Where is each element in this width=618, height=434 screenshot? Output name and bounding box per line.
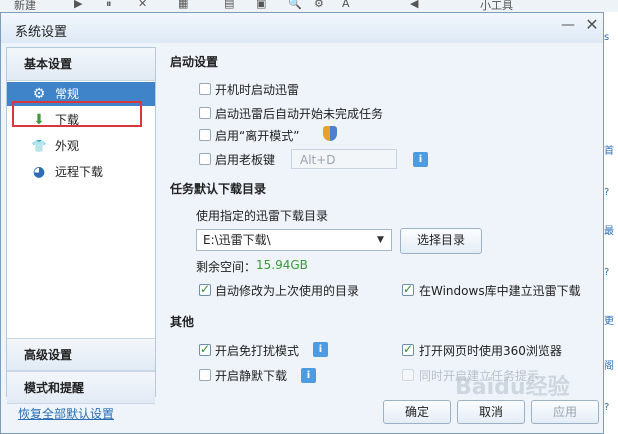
bg-right-glyph: 最 [604, 226, 614, 237]
bg-right-glyph: 阁 [604, 361, 614, 372]
other-heading: 其他 [170, 315, 195, 329]
sidebar-item-label: 常规 [55, 87, 80, 101]
bg-toolbar-back-icon[interactable]: ◀ [410, 0, 418, 10]
sidebar-section-mode[interactable]: 模式和提醒 [7, 371, 155, 404]
windows-library-checkbox[interactable] [402, 282, 414, 296]
free-space-value: 15.94GB [256, 258, 308, 272]
auto-resume-label: 启动迅雷后自动开始未完成任务 [215, 107, 384, 121]
silent-info-icon[interactable]: i [301, 368, 316, 383]
boss-key-hotkey-field[interactable]: Alt+D [291, 149, 397, 169]
download-dir-heading: 任务默认下载目录 [170, 182, 267, 196]
download-dir-select[interactable]: E:\迅雷下载\ [196, 229, 392, 251]
bg-right-glyph: ? [604, 267, 610, 278]
bg-right-glyph: s [604, 32, 610, 43]
sidebar-section-basic[interactable]: 基本设置 [7, 48, 155, 81]
close-button[interactable]: ✕ [583, 17, 601, 35]
auto-last-dir-label: 自动修改为上次使用的目录 [215, 284, 360, 298]
dnd-info-icon[interactable]: i [313, 342, 328, 357]
startup-on-boot-label: 开机时启动迅雷 [215, 83, 300, 97]
minimize-button[interactable]: — [559, 17, 577, 35]
away-mode-label: 启用“离开模式” [215, 129, 300, 143]
do-not-disturb-label: 开启免打扰模式 [215, 344, 300, 358]
silent-download-checkbox[interactable] [199, 369, 211, 381]
free-space-label: 剩余空间： [196, 260, 257, 274]
sidebar-section-advanced[interactable]: 高级设置 [7, 338, 155, 371]
chevron-down-icon[interactable]: ▼ [377, 235, 384, 245]
settings-sidebar: 基本设置 ⚙ 常规 ⬇ 下载 👕 外观 ◕ 远程下载 高级设置 模式和提醒 [6, 47, 156, 404]
auto-resume-checkbox[interactable] [199, 107, 211, 119]
sync-task-prompt-checkbox[interactable] [402, 369, 414, 381]
silent-download-label: 开启静默下载 [215, 369, 288, 383]
do-not-disturb-checkbox[interactable] [199, 342, 211, 356]
cancel-button[interactable]: 取消 [457, 400, 525, 424]
use-360-browser-label: 打开网页时使用360浏览器 [419, 344, 562, 358]
background-right-panel: s 首 ? 最 ? 更 阁 ? [604, 12, 618, 434]
windows-library-label: 在Windows库中建立迅雷下载 [419, 284, 581, 298]
bg-toolbar-delete-icon[interactable]: ✕ [138, 0, 147, 10]
auto-last-dir-checkbox[interactable] [199, 282, 211, 296]
bg-right-glyph: 更 [604, 316, 614, 327]
sidebar-item-label: 外观 [55, 139, 80, 153]
settings-dialog: 系统设置 — ✕ 基本设置 ⚙ 常规 ⬇ 下载 👕 外观 ◕ 远程下载 高级设置… [0, 12, 604, 434]
bg-toolbar-grid-icon[interactable]: ▤ [224, 0, 234, 10]
bg-toolbar-box-icon[interactable]: ▦ [178, 0, 188, 10]
startup-heading: 启动设置 [170, 55, 219, 69]
shirt-icon: 👕 [31, 139, 47, 153]
download-highlight-box [12, 101, 142, 127]
bg-toolbar-gear-icon[interactable]: A [342, 0, 350, 10]
dialog-title: 系统设置 [15, 25, 68, 40]
bg-toolbar-frame-icon[interactable]: 🔍 [288, 0, 302, 10]
sidebar-item-remote-download[interactable]: ◕ 远程下载 [7, 160, 155, 184]
bg-toolbar-pause-icon[interactable]: ⏸ [106, 0, 112, 11]
bg-toolbar-search-icon[interactable]: ⚙ [314, 0, 324, 10]
shield-icon [323, 126, 337, 141]
sidebar-item-appearance[interactable]: 👕 外观 [7, 134, 155, 158]
boss-key-info-icon[interactable]: i [413, 152, 428, 167]
bg-toolbar-play-icon[interactable]: ▶ [74, 0, 82, 10]
bg-right-glyph: 首 [604, 146, 614, 157]
bg-right-glyph: ? [604, 187, 610, 198]
gear-icon: ⚙ [32, 86, 46, 102]
apply-button[interactable]: 应用 [531, 400, 599, 424]
restore-defaults-link[interactable]: 恢复全部默认设置 [18, 405, 114, 422]
use-360-browser-checkbox[interactable] [402, 342, 414, 356]
use-dir-label: 使用指定的迅雷下载目录 [196, 209, 329, 223]
boss-key-label: 启用老板键 [215, 153, 276, 167]
bg-toolbar-list-icon[interactable]: ▣ [256, 0, 266, 10]
globe-icon: ◕ [32, 164, 46, 180]
boss-key-checkbox[interactable] [199, 153, 211, 165]
dialog-titlebar[interactable]: 系统设置 — ✕ [1, 13, 603, 43]
ok-button[interactable]: 确定 [383, 400, 451, 424]
bg-right-glyph: ? [604, 402, 610, 413]
sidebar-item-label: 远程下载 [55, 165, 104, 179]
watermark: Baidu经验 [455, 375, 570, 400]
startup-on-boot-checkbox[interactable] [199, 83, 211, 95]
away-mode-checkbox[interactable] [199, 129, 211, 141]
choose-dir-button[interactable]: 选择目录 [400, 228, 482, 254]
